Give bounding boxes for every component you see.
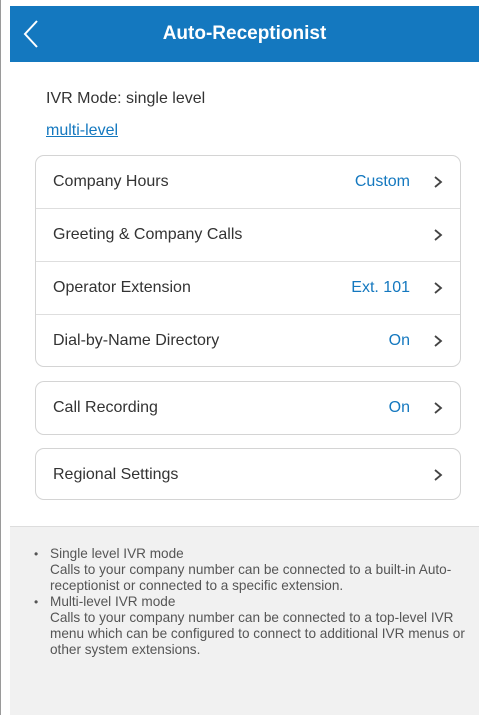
bullet-icon: • [34,595,39,609]
note-multi-level: • Multi-level IVR mode Calls to your com… [32,594,468,658]
note-body: Calls to your company number can be conn… [50,562,452,593]
note-title: Single level IVR mode [50,546,184,561]
chevron-right-icon [434,469,443,481]
ivr-mode-label: IVR Mode: single level [46,90,206,107]
dial-by-name-directory-value: On [388,332,410,349]
multi-level-link[interactable]: multi-level [46,122,118,140]
dial-by-name-directory-label: Dial-by-Name Directory [53,332,220,349]
chevron-right-icon [434,402,443,414]
operator-extension-label: Operator Extension [53,279,191,296]
greeting-company-calls-row[interactable]: Greeting & Company Calls [36,209,460,262]
page-title: Auto-Receptionist [162,23,327,44]
note-single-level: • Single level IVR mode Calls to your co… [32,546,468,594]
chevron-right-icon [434,229,443,241]
company-hours-value: Custom [354,173,410,190]
company-hours-row[interactable]: Company Hours Custom [36,156,460,209]
chevron-right-icon [434,282,443,294]
chevron-right-icon [434,335,443,347]
call-recording-label: Call Recording [53,399,158,416]
call-recording-value: On [388,399,410,416]
note-body: Calls to your company number can be conn… [50,610,465,657]
operator-extension-value: Ext. 101 [351,279,410,296]
regional-settings-row[interactable]: Regional Settings [36,449,460,501]
call-recording-row[interactable]: Call Recording On [36,382,460,434]
window-left-border [0,0,1,715]
note-title: Multi-level IVR mode [50,594,176,609]
help-footer: • Single level IVR mode Calls to your co… [10,526,479,715]
operator-extension-row[interactable]: Operator Extension Ext. 101 [36,262,460,315]
regional-settings-label: Regional Settings [53,466,179,483]
dial-by-name-directory-row[interactable]: Dial-by-Name Directory On [36,315,460,367]
chevron-right-icon [434,176,443,188]
app-header: Auto-Receptionist [10,6,479,62]
company-hours-label: Company Hours [53,173,169,190]
ivr-mode-notes: • Single level IVR mode Calls to your co… [32,546,468,658]
bullet-icon: • [34,547,39,561]
call-recording-card: Call Recording On [35,381,461,435]
greeting-company-calls-label: Greeting & Company Calls [53,226,243,243]
settings-card: Company Hours Custom Greeting & Company … [35,155,461,367]
regional-settings-card: Regional Settings [35,448,461,500]
